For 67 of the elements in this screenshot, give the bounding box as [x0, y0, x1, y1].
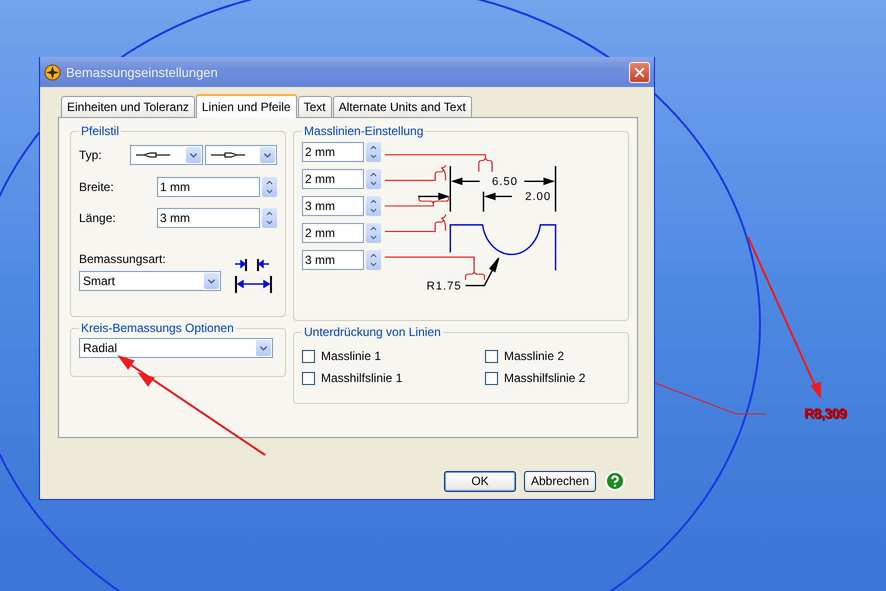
dropdown[interactable]: Radial	[79, 338, 273, 358]
number-field[interactable]: 3 mm	[302, 250, 364, 270]
field-label: Typ:	[79, 148, 103, 162]
group-title: Kreis-Bemassungs Optionen	[80, 321, 235, 335]
group-title: Masslinien-Einstellung	[303, 124, 424, 138]
number-field[interactable]: 2 mm	[302, 223, 364, 243]
window-title: Bemassungseinstellungen	[66, 64, 219, 80]
up-chevron-icon	[369, 143, 378, 152]
dialog-button[interactable]: OK	[444, 470, 516, 492]
checkbox-option[interactable]: Masshilfslinie 1	[302, 371, 485, 385]
number-field[interactable]: 2 mm	[302, 142, 364, 162]
dimension-value: 6.50	[492, 176, 518, 188]
tab[interactable]: Text	[298, 96, 332, 117]
tab[interactable]: Alternate Units and Text	[332, 96, 472, 117]
spin-button[interactable]	[366, 142, 381, 162]
dimension-value: R1.75	[426, 280, 462, 292]
number-field[interactable]: 2 mm	[302, 169, 364, 189]
up-chevron-icon	[369, 251, 378, 260]
field-label: Breite:	[79, 180, 115, 194]
close-button[interactable]	[629, 62, 650, 82]
field-label: Länge:	[79, 211, 117, 225]
down-chevron-icon	[369, 152, 378, 161]
checkbox[interactable]	[302, 350, 315, 362]
checkbox-option[interactable]: Masslinie 2	[485, 349, 615, 363]
arrow-style-icon	[134, 151, 172, 159]
help-icon	[604, 470, 626, 492]
down-chevron-icon	[369, 206, 378, 215]
down-chevron-icon	[369, 260, 378, 269]
down-chevron-icon	[369, 233, 378, 242]
arrow-style-dropdown[interactable]	[204, 145, 277, 165]
checkbox[interactable]	[485, 350, 498, 362]
field-label: Bemassungsart:	[79, 252, 166, 266]
checkbox-option[interactable]: Masshilfslinie 2	[485, 371, 615, 385]
arrow-style-icon	[208, 151, 247, 159]
group-title: Pfeilstil	[80, 124, 120, 138]
up-chevron-icon	[265, 178, 274, 187]
dropdown[interactable]: Smart	[79, 271, 221, 291]
up-chevron-icon	[369, 197, 378, 206]
help-button[interactable]	[604, 470, 626, 492]
spin-button[interactable]	[262, 208, 277, 228]
number-field[interactable]: 1 mm	[157, 177, 260, 197]
spin-button[interactable]	[366, 223, 381, 243]
spin-button[interactable]	[366, 169, 381, 189]
number-field[interactable]: 3 mm	[157, 208, 260, 228]
dimension-label: R8,309	[804, 405, 846, 421]
checkbox-option[interactable]: Masslinie 1	[302, 349, 485, 363]
up-chevron-icon	[369, 224, 378, 233]
down-chevron-icon	[265, 218, 274, 227]
group-title: Unterdrückung von Linien	[303, 325, 442, 339]
dimension-value: 2.00	[525, 191, 552, 204]
number-field[interactable]: 3 mm	[302, 196, 364, 216]
tab[interactable]: Einheiten und Toleranz	[61, 96, 195, 117]
app-icon	[44, 64, 61, 80]
spin-button[interactable]	[262, 177, 277, 197]
up-chevron-icon	[369, 170, 378, 179]
arrow-style-dropdown[interactable]	[130, 145, 203, 165]
down-chevron-icon	[265, 187, 274, 196]
up-chevron-icon	[265, 209, 274, 218]
spin-button[interactable]	[366, 250, 381, 270]
checkbox[interactable]	[485, 372, 498, 384]
spin-button[interactable]	[366, 196, 381, 216]
tab[interactable]: Linien und Pfeile	[196, 94, 297, 118]
radius-leader-arrow	[465, 257, 500, 286]
down-chevron-icon	[369, 179, 378, 188]
checkbox[interactable]	[302, 372, 315, 384]
dimension-arrows-icon	[234, 258, 274, 294]
dialog-button[interactable]: Abbrechen	[524, 470, 596, 492]
